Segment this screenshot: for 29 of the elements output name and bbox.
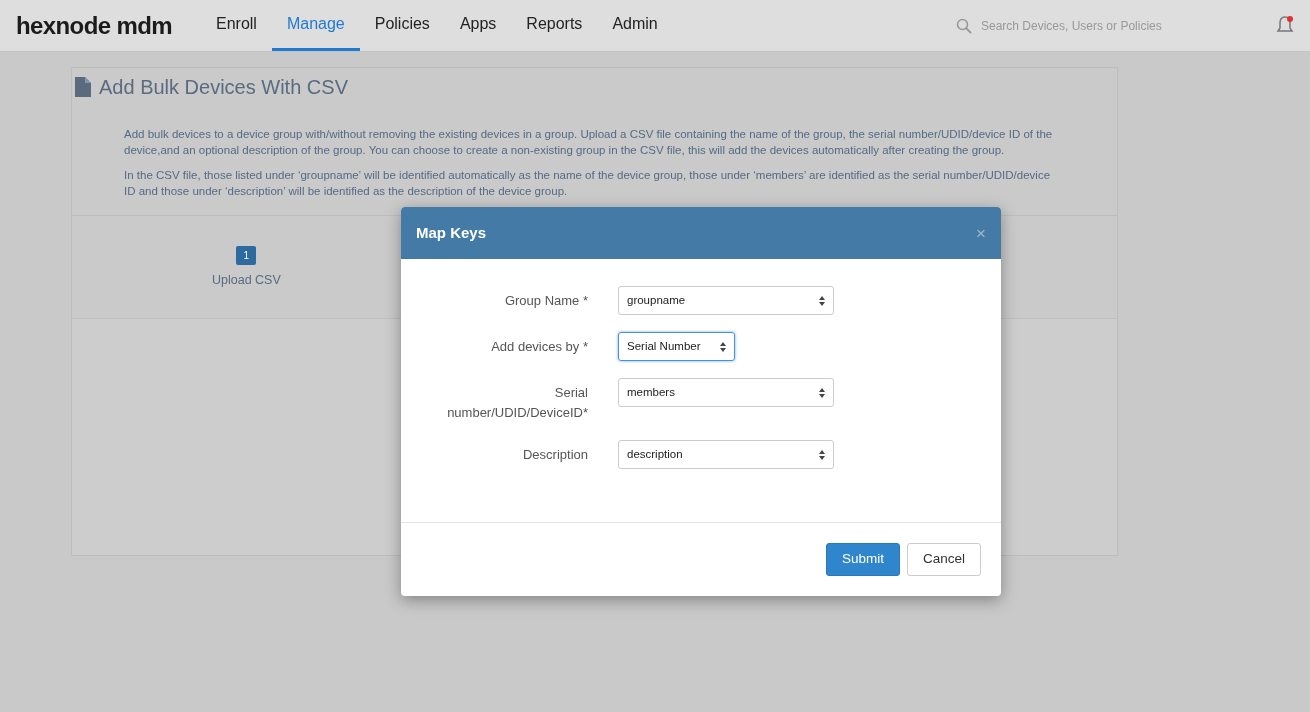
cancel-button[interactable]: Cancel bbox=[906, 543, 981, 576]
page-title: Add Bulk Devices With CSV bbox=[99, 75, 348, 100]
dialog-title: Map Keys bbox=[416, 222, 487, 243]
field-label: Serial number/UDID/DeviceID* bbox=[447, 384, 588, 422]
document-icon bbox=[75, 77, 91, 97]
up-down-arrows-icon bbox=[819, 295, 825, 306]
search-icon bbox=[956, 17, 972, 34]
up-down-arrows-icon bbox=[819, 449, 825, 460]
description-paragraph: In the CSV file, those listed under ‘groupname’ will be identified automatically as the name of the device group, those under ‘members’ are identified as the serial number/UDID/device ID and those under ‘description’ will be identified as the description of the device group. bbox=[124, 168, 1052, 199]
select-field[interactable]: members bbox=[618, 378, 834, 407]
nav-tab[interactable]: Admin bbox=[597, 0, 673, 51]
nav-tab[interactable]: Apps bbox=[444, 0, 512, 51]
logo[interactable]: hexnode mdm bbox=[16, 7, 196, 44]
description-paragraph: Add bulk devices to a device group with/without removing the existing devices in a group. Upload a CSV file containing the name of the group, the serial number/UDID/device ID of the device,and an optional description of the group. You can choose to create a non-existing group in the CSV file, this will add the devices automatically after creating the group. bbox=[124, 127, 1054, 158]
nav-tab[interactable]: Enroll bbox=[201, 0, 272, 51]
field-label: Add devices by * bbox=[490, 338, 588, 356]
submit-button[interactable]: Submit bbox=[825, 543, 900, 576]
nav-tab[interactable]: Reports bbox=[511, 0, 598, 51]
select-field[interactable]: description bbox=[618, 440, 834, 469]
up-down-arrows-icon bbox=[819, 387, 825, 398]
field-label: Group Name * bbox=[503, 292, 588, 310]
step-number: 1 bbox=[236, 246, 257, 265]
nav-tab[interactable]: Policies bbox=[359, 0, 445, 51]
select-field[interactable]: Serial Number bbox=[618, 332, 735, 361]
select-field[interactable]: groupname bbox=[618, 286, 834, 315]
up-down-arrows-icon bbox=[720, 341, 726, 352]
search-field[interactable]: Search Devices, Users or Policies bbox=[956, 16, 1256, 35]
field-label: Description bbox=[521, 446, 588, 464]
step-label: Upload CSV bbox=[212, 272, 281, 289]
